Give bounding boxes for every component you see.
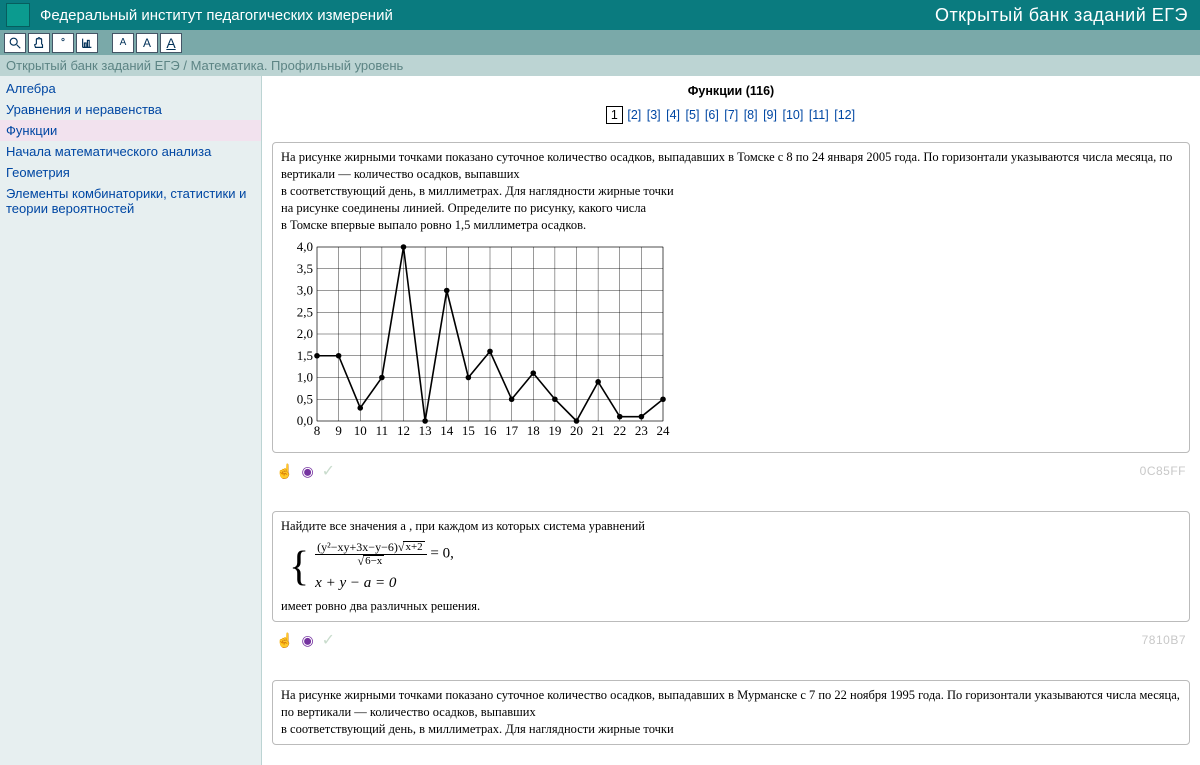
- svg-text:19: 19: [548, 423, 561, 438]
- task-text: На рисунке жирными точками показано суто…: [281, 687, 1181, 738]
- svg-text:12: 12: [397, 423, 410, 438]
- check-icon[interactable]: ✓: [322, 461, 335, 481]
- bank-name: Открытый банк заданий ЕГЭ: [935, 5, 1194, 26]
- task-code: 0C85FF: [1140, 464, 1186, 478]
- toolbar: ° A A A: [0, 30, 1200, 55]
- svg-text:18: 18: [527, 423, 540, 438]
- task-text: На рисунке жирными точками показано суто…: [281, 149, 1181, 233]
- sidebar: АлгебраУравнения и неравенстваФункцииНач…: [0, 76, 262, 765]
- check-icon[interactable]: ✓: [322, 630, 335, 650]
- svg-text:16: 16: [484, 423, 498, 438]
- font-small-button[interactable]: A: [112, 33, 134, 53]
- svg-text:22: 22: [613, 423, 626, 438]
- pager-page[interactable]: [4]: [665, 108, 681, 122]
- svg-text:10: 10: [354, 423, 367, 438]
- task-card: На рисунке жирными точками показано суто…: [272, 680, 1190, 745]
- font-medium-button[interactable]: A: [136, 33, 158, 53]
- svg-text:15: 15: [462, 423, 475, 438]
- eq-rhs: = 0,: [430, 546, 453, 562]
- svg-text:0,5: 0,5: [297, 392, 313, 407]
- svg-text:2,5: 2,5: [297, 305, 313, 320]
- svg-text:3,5: 3,5: [297, 261, 313, 276]
- eq-denom-sqrt: 6−x: [363, 555, 384, 568]
- sidebar-item[interactable]: Уравнения и неравенства: [0, 99, 261, 120]
- svg-text:9: 9: [335, 423, 342, 438]
- svg-text:14: 14: [440, 423, 454, 438]
- eq-numer-sqrt: x+2: [403, 541, 424, 554]
- eye-icon[interactable]: ◉: [301, 632, 313, 649]
- task-card: На рисунке жирными точками показано суто…: [272, 142, 1190, 453]
- pager-page[interactable]: [7]: [723, 108, 739, 122]
- svg-text:0,0: 0,0: [297, 413, 313, 428]
- pointer-icon[interactable]: ☝: [276, 463, 293, 480]
- pager-page[interactable]: [8]: [743, 108, 759, 122]
- chart-icon[interactable]: [76, 33, 98, 53]
- search-icon[interactable]: [4, 33, 26, 53]
- svg-text:1,5: 1,5: [297, 348, 313, 363]
- sidebar-item[interactable]: Алгебра: [0, 78, 261, 99]
- pager-page[interactable]: [9]: [762, 108, 778, 122]
- pager-page[interactable]: [11]: [808, 108, 830, 122]
- content-area: Функции (116) 1 [2] [3] [4] [5] [6] [7] …: [262, 76, 1200, 765]
- sidebar-item[interactable]: Геометрия: [0, 162, 261, 183]
- pager-page[interactable]: [2]: [626, 108, 642, 122]
- task-code: 7810B7: [1142, 633, 1186, 647]
- svg-text:3,0: 3,0: [297, 283, 313, 298]
- svg-text:2,0: 2,0: [297, 326, 313, 341]
- logo: [6, 3, 30, 27]
- page-title: Функции (116): [272, 84, 1190, 98]
- sidebar-item[interactable]: Начала математического анализа: [0, 141, 261, 162]
- eye-icon[interactable]: ◉: [301, 463, 313, 480]
- degree-icon[interactable]: °: [52, 33, 74, 53]
- pager-page[interactable]: [6]: [704, 108, 720, 122]
- task-footer: ☝ ◉ ✓ 7810B7: [272, 630, 1190, 650]
- pointer-icon[interactable]: ☝: [276, 632, 293, 649]
- task-card: Найдите все значения a , при каждом из к…: [272, 511, 1190, 622]
- svg-text:4,0: 4,0: [297, 241, 313, 254]
- font-large-button[interactable]: A: [160, 33, 182, 53]
- svg-text:13: 13: [419, 423, 432, 438]
- hand-icon[interactable]: [28, 33, 50, 53]
- pager-page[interactable]: 1: [606, 106, 623, 124]
- svg-text:8: 8: [314, 423, 321, 438]
- svg-text:21: 21: [592, 423, 605, 438]
- task-tail: имеет ровно два различных решения.: [281, 598, 1181, 615]
- pager: 1 [2] [3] [4] [5] [6] [7] [8] [9] [10] […: [272, 108, 1190, 122]
- pager-page[interactable]: [5]: [685, 108, 701, 122]
- eq-numer-expr: (y²−xy+3x−y−6): [317, 540, 398, 554]
- pager-page[interactable]: [3]: [646, 108, 662, 122]
- pager-page[interactable]: [12]: [833, 108, 856, 122]
- header-bar: Федеральный институт педагогических изме…: [0, 0, 1200, 30]
- svg-text:23: 23: [635, 423, 648, 438]
- site-title: Федеральный институт педагогических изме…: [40, 7, 935, 24]
- task-footer: ☝ ◉ ✓ 0C85FF: [272, 461, 1190, 481]
- eq-row2: x + y − a = 0: [315, 575, 454, 592]
- svg-text:11: 11: [376, 423, 389, 438]
- svg-text:1,0: 1,0: [297, 370, 313, 385]
- task-equation: { (y²−xy+3x−y−6)√x+2 √6−x = 0,: [289, 541, 1181, 592]
- task-intro: Найдите все значения a , при каждом из к…: [281, 518, 1181, 535]
- svg-text:20: 20: [570, 423, 583, 438]
- svg-text:17: 17: [505, 423, 519, 438]
- svg-text:24: 24: [657, 423, 671, 438]
- sidebar-item[interactable]: Элементы комбинаторики, статистики и тео…: [0, 183, 261, 219]
- breadcrumb: Открытый банк заданий ЕГЭ / Математика. …: [0, 55, 1200, 76]
- sidebar-item[interactable]: Функции: [0, 120, 261, 141]
- precipitation-chart: 0,0 0,5 1,0 1,5 2,0 2,5 3,0 3,5 4,0 89 10 11 12 13 14 1…: [281, 241, 1181, 444]
- pager-page[interactable]: [10]: [781, 108, 804, 122]
